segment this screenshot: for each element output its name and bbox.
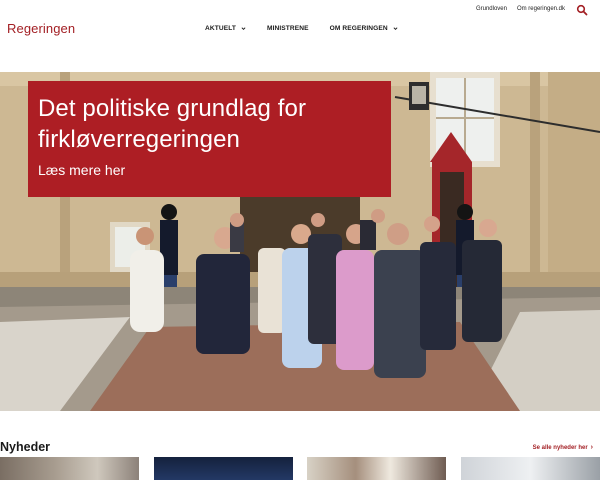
util-link-om-regeringen[interactable]: Om regeringen.dk — [517, 6, 565, 12]
nav-aktuelt[interactable]: AKTUELT — [205, 25, 246, 32]
news-card-image[interactable] — [0, 457, 139, 480]
hero-title: Det politiske grundlag for firkløverrege… — [38, 95, 307, 153]
hero-read-more-link[interactable]: Læs mere her — [38, 162, 381, 178]
utility-nav: Grundloven Om regeringen.dk — [476, 6, 565, 12]
nav-ministrene-label: MINISTRENE — [266, 25, 309, 32]
chevron-right-icon: › — [590, 444, 593, 451]
nav-ministrene[interactable]: MINISTRENE — [267, 25, 309, 32]
nav-aktuelt-label: AKTUELT — [205, 25, 236, 32]
nav-om-regeringen[interactable]: OM REGERINGEN — [330, 25, 398, 32]
see-all-news-link[interactable]: Se alle nyheder her › — [533, 444, 593, 451]
news-card-image[interactable] — [154, 457, 293, 480]
main-nav: AKTUELT MINISTRENE OM REGERINGEN — [205, 25, 419, 32]
chevron-down-icon — [241, 27, 246, 30]
site-logo[interactable]: Regeringen — [7, 21, 75, 36]
see-all-news-label: Se alle nyheder her — [532, 444, 588, 451]
news-card-image[interactable] — [461, 457, 600, 480]
news-card-image[interactable] — [307, 457, 446, 480]
hero-headline-card[interactable]: Det politiske grundlag for firkløverrege… — [28, 81, 391, 197]
site-header: Regeringen Grundloven Om regeringen.dk A… — [0, 0, 600, 72]
news-heading: Nyheder — [0, 440, 51, 454]
util-link-grundloven[interactable]: Grundloven — [476, 6, 507, 12]
news-grid — [0, 457, 600, 480]
chevron-down-icon — [393, 27, 398, 30]
news-section-header: Nyheder Se alle nyheder her › — [0, 440, 600, 456]
hero-banner[interactable]: Det politiske grundlag for firkløverrege… — [0, 72, 600, 411]
nav-om-regeringen-label: OM REGERINGEN — [329, 25, 388, 32]
search-icon[interactable] — [576, 4, 588, 16]
